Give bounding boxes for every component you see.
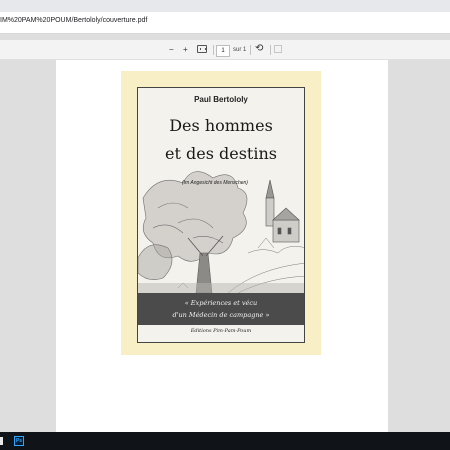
cover-author: Paul Bertololy <box>194 95 248 104</box>
start-icon[interactable] <box>0 436 6 446</box>
browser-tab-strip <box>0 0 450 12</box>
cover-banner: « Expériences et vécu d'un Médecin de ca… <box>138 293 304 325</box>
zoom-out-button[interactable]: − <box>169 44 174 56</box>
page-count-label: sur 1 <box>233 47 247 53</box>
cover-frame: Paul Bertololy Des hommes et des destins… <box>137 87 305 343</box>
toolbar-divider <box>270 45 271 55</box>
rotate-icon[interactable]: ⟲ <box>255 43 263 55</box>
photoshop-icon[interactable]: Ps <box>14 436 24 446</box>
taskbar: Ps <box>0 432 450 450</box>
banner-line1: « Expériences et vécu <box>184 299 258 307</box>
two-page-view-icon[interactable] <box>274 45 282 53</box>
address-url[interactable]: IM%20PAM%20POUM/Bertololy/couverture.pdf <box>0 17 147 24</box>
zoom-in-button[interactable]: + <box>183 44 188 56</box>
toolbar-divider <box>213 45 214 55</box>
cover-title-line1: Des hommes <box>169 116 273 135</box>
cover-publisher: Éditions Pim-Pam-Poum <box>190 328 252 334</box>
cover-title-line2: et des destins <box>165 144 277 163</box>
page-number-input[interactable]: 1 <box>216 45 230 57</box>
cover-subtitle: (Im Angesicht des Menschen) <box>182 180 248 186</box>
toolbar-divider <box>250 45 251 55</box>
address-bar[interactable]: IM%20PAM%20POUM/Bertololy/couverture.pdf <box>0 12 450 34</box>
pdf-page: Paul Bertololy Des hommes et des destins… <box>56 60 388 432</box>
pdf-viewer-area[interactable]: Paul Bertololy Des hommes et des destins… <box>0 60 450 432</box>
banner-line2: d'un Médecin de campagne » <box>172 311 270 319</box>
book-cover: Paul Bertololy Des hommes et des destins… <box>121 71 321 355</box>
fit-page-icon[interactable] <box>197 45 207 53</box>
